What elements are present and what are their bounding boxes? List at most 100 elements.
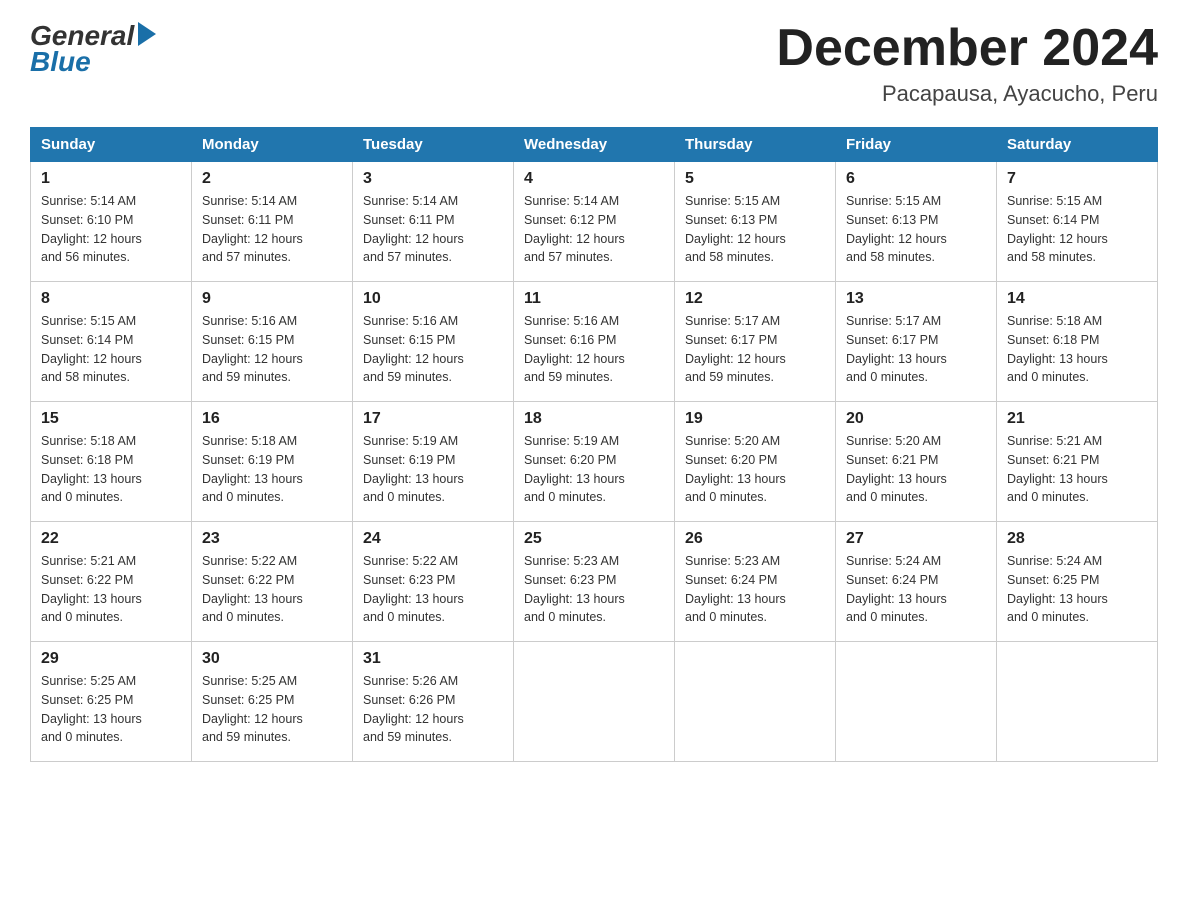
day-info: Sunrise: 5:24 AMSunset: 6:25 PMDaylight:… (1007, 552, 1147, 627)
day-number: 18 (524, 410, 664, 428)
calendar-header-wednesday: Wednesday (514, 128, 675, 162)
day-info: Sunrise: 5:25 AMSunset: 6:25 PMDaylight:… (41, 672, 181, 747)
calendar-cell: 24 Sunrise: 5:22 AMSunset: 6:23 PMDaylig… (353, 522, 514, 642)
day-number: 27 (846, 530, 986, 548)
calendar-cell: 5 Sunrise: 5:15 AMSunset: 6:13 PMDayligh… (675, 162, 836, 282)
day-number: 9 (202, 290, 342, 308)
day-number: 6 (846, 170, 986, 188)
calendar-cell: 1 Sunrise: 5:14 AMSunset: 6:10 PMDayligh… (31, 162, 192, 282)
calendar-cell: 23 Sunrise: 5:22 AMSunset: 6:22 PMDaylig… (192, 522, 353, 642)
day-info: Sunrise: 5:15 AMSunset: 6:14 PMDaylight:… (41, 312, 181, 387)
day-info: Sunrise: 5:15 AMSunset: 6:13 PMDaylight:… (685, 192, 825, 267)
calendar-table: SundayMondayTuesdayWednesdayThursdayFrid… (30, 127, 1158, 762)
day-info: Sunrise: 5:23 AMSunset: 6:23 PMDaylight:… (524, 552, 664, 627)
calendar-cell: 11 Sunrise: 5:16 AMSunset: 6:16 PMDaylig… (514, 282, 675, 402)
calendar-week-row: 8 Sunrise: 5:15 AMSunset: 6:14 PMDayligh… (31, 282, 1158, 402)
day-number: 4 (524, 170, 664, 188)
day-number: 20 (846, 410, 986, 428)
calendar-cell: 22 Sunrise: 5:21 AMSunset: 6:22 PMDaylig… (31, 522, 192, 642)
calendar-header-tuesday: Tuesday (353, 128, 514, 162)
day-number: 11 (524, 290, 664, 308)
calendar-cell (675, 642, 836, 762)
calendar-cell: 29 Sunrise: 5:25 AMSunset: 6:25 PMDaylig… (31, 642, 192, 762)
calendar-header-monday: Monday (192, 128, 353, 162)
calendar-cell: 15 Sunrise: 5:18 AMSunset: 6:18 PMDaylig… (31, 402, 192, 522)
day-number: 3 (363, 170, 503, 188)
day-number: 30 (202, 650, 342, 668)
location-title: Pacapausa, Ayacucho, Peru (776, 81, 1158, 107)
page-header: General Blue December 2024 Pacapausa, Ay… (30, 20, 1158, 107)
calendar-cell: 7 Sunrise: 5:15 AMSunset: 6:14 PMDayligh… (997, 162, 1158, 282)
day-info: Sunrise: 5:20 AMSunset: 6:20 PMDaylight:… (685, 432, 825, 507)
day-number: 10 (363, 290, 503, 308)
calendar-header-friday: Friday (836, 128, 997, 162)
calendar-week-row: 1 Sunrise: 5:14 AMSunset: 6:10 PMDayligh… (31, 162, 1158, 282)
calendar-cell: 25 Sunrise: 5:23 AMSunset: 6:23 PMDaylig… (514, 522, 675, 642)
calendar-cell: 4 Sunrise: 5:14 AMSunset: 6:12 PMDayligh… (514, 162, 675, 282)
month-title: December 2024 (776, 20, 1158, 77)
calendar-cell: 27 Sunrise: 5:24 AMSunset: 6:24 PMDaylig… (836, 522, 997, 642)
calendar-week-row: 29 Sunrise: 5:25 AMSunset: 6:25 PMDaylig… (31, 642, 1158, 762)
day-info: Sunrise: 5:20 AMSunset: 6:21 PMDaylight:… (846, 432, 986, 507)
day-number: 21 (1007, 410, 1147, 428)
calendar-cell: 6 Sunrise: 5:15 AMSunset: 6:13 PMDayligh… (836, 162, 997, 282)
day-info: Sunrise: 5:23 AMSunset: 6:24 PMDaylight:… (685, 552, 825, 627)
day-info: Sunrise: 5:15 AMSunset: 6:14 PMDaylight:… (1007, 192, 1147, 267)
calendar-header-sunday: Sunday (31, 128, 192, 162)
day-number: 12 (685, 290, 825, 308)
day-info: Sunrise: 5:18 AMSunset: 6:18 PMDaylight:… (41, 432, 181, 507)
calendar-cell (836, 642, 997, 762)
calendar-cell: 9 Sunrise: 5:16 AMSunset: 6:15 PMDayligh… (192, 282, 353, 402)
day-number: 2 (202, 170, 342, 188)
day-number: 1 (41, 170, 181, 188)
calendar-cell: 28 Sunrise: 5:24 AMSunset: 6:25 PMDaylig… (997, 522, 1158, 642)
day-info: Sunrise: 5:18 AMSunset: 6:19 PMDaylight:… (202, 432, 342, 507)
day-info: Sunrise: 5:26 AMSunset: 6:26 PMDaylight:… (363, 672, 503, 747)
day-info: Sunrise: 5:22 AMSunset: 6:23 PMDaylight:… (363, 552, 503, 627)
logo: General Blue (30, 20, 156, 78)
day-number: 23 (202, 530, 342, 548)
day-number: 13 (846, 290, 986, 308)
calendar-cell: 14 Sunrise: 5:18 AMSunset: 6:18 PMDaylig… (997, 282, 1158, 402)
day-number: 29 (41, 650, 181, 668)
day-number: 5 (685, 170, 825, 188)
calendar-cell: 21 Sunrise: 5:21 AMSunset: 6:21 PMDaylig… (997, 402, 1158, 522)
day-info: Sunrise: 5:16 AMSunset: 6:15 PMDaylight:… (202, 312, 342, 387)
day-info: Sunrise: 5:22 AMSunset: 6:22 PMDaylight:… (202, 552, 342, 627)
day-number: 17 (363, 410, 503, 428)
logo-arrow-icon (138, 22, 156, 46)
calendar-header-saturday: Saturday (997, 128, 1158, 162)
calendar-week-row: 22 Sunrise: 5:21 AMSunset: 6:22 PMDaylig… (31, 522, 1158, 642)
day-info: Sunrise: 5:21 AMSunset: 6:22 PMDaylight:… (41, 552, 181, 627)
day-info: Sunrise: 5:14 AMSunset: 6:10 PMDaylight:… (41, 192, 181, 267)
day-info: Sunrise: 5:24 AMSunset: 6:24 PMDaylight:… (846, 552, 986, 627)
day-info: Sunrise: 5:21 AMSunset: 6:21 PMDaylight:… (1007, 432, 1147, 507)
calendar-cell: 16 Sunrise: 5:18 AMSunset: 6:19 PMDaylig… (192, 402, 353, 522)
day-info: Sunrise: 5:16 AMSunset: 6:16 PMDaylight:… (524, 312, 664, 387)
calendar-cell: 13 Sunrise: 5:17 AMSunset: 6:17 PMDaylig… (836, 282, 997, 402)
logo-blue-text: Blue (30, 46, 91, 78)
day-number: 8 (41, 290, 181, 308)
calendar-cell: 3 Sunrise: 5:14 AMSunset: 6:11 PMDayligh… (353, 162, 514, 282)
day-number: 22 (41, 530, 181, 548)
calendar-cell: 12 Sunrise: 5:17 AMSunset: 6:17 PMDaylig… (675, 282, 836, 402)
day-number: 14 (1007, 290, 1147, 308)
calendar-cell: 18 Sunrise: 5:19 AMSunset: 6:20 PMDaylig… (514, 402, 675, 522)
day-number: 26 (685, 530, 825, 548)
day-info: Sunrise: 5:14 AMSunset: 6:11 PMDaylight:… (202, 192, 342, 267)
day-number: 31 (363, 650, 503, 668)
calendar-cell (997, 642, 1158, 762)
calendar-cell: 10 Sunrise: 5:16 AMSunset: 6:15 PMDaylig… (353, 282, 514, 402)
day-info: Sunrise: 5:19 AMSunset: 6:19 PMDaylight:… (363, 432, 503, 507)
day-number: 7 (1007, 170, 1147, 188)
day-info: Sunrise: 5:17 AMSunset: 6:17 PMDaylight:… (685, 312, 825, 387)
day-info: Sunrise: 5:14 AMSunset: 6:11 PMDaylight:… (363, 192, 503, 267)
calendar-cell: 8 Sunrise: 5:15 AMSunset: 6:14 PMDayligh… (31, 282, 192, 402)
calendar-cell: 17 Sunrise: 5:19 AMSunset: 6:19 PMDaylig… (353, 402, 514, 522)
calendar-header-thursday: Thursday (675, 128, 836, 162)
day-info: Sunrise: 5:16 AMSunset: 6:15 PMDaylight:… (363, 312, 503, 387)
day-number: 16 (202, 410, 342, 428)
calendar-cell: 31 Sunrise: 5:26 AMSunset: 6:26 PMDaylig… (353, 642, 514, 762)
day-info: Sunrise: 5:15 AMSunset: 6:13 PMDaylight:… (846, 192, 986, 267)
day-info: Sunrise: 5:25 AMSunset: 6:25 PMDaylight:… (202, 672, 342, 747)
